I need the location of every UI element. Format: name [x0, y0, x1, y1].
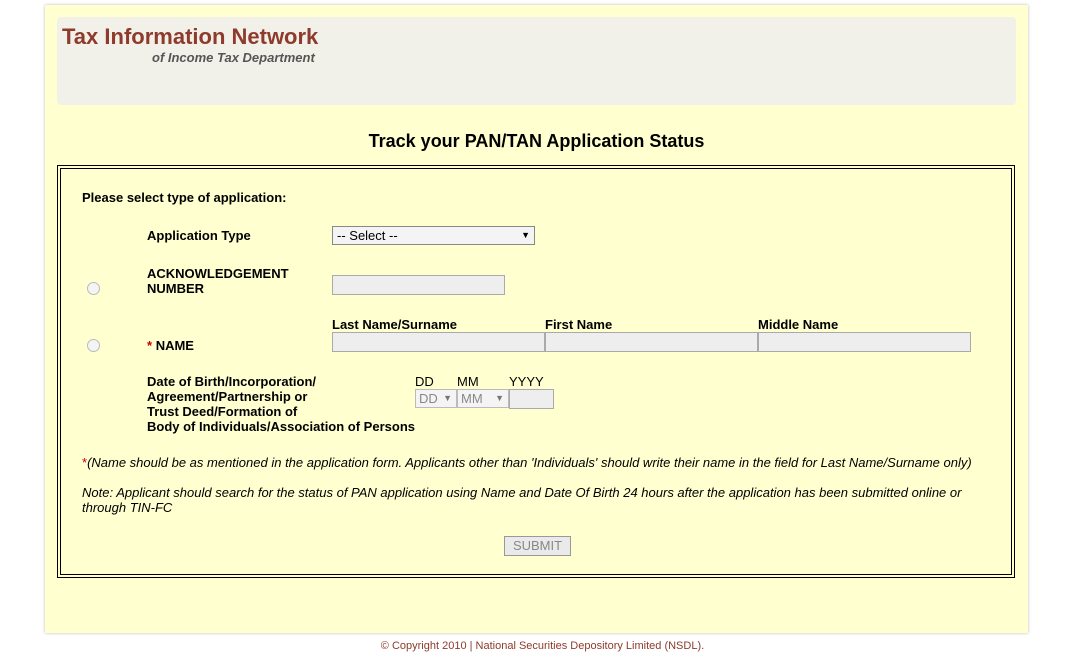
name-radio[interactable] [87, 339, 100, 352]
search-note-line2: through TIN-FC [82, 500, 173, 515]
footer-copyright: © Copyright 2010 | National Securities D… [380, 640, 705, 652]
dob-day-value: DD [419, 391, 438, 406]
dob-label: Date of Birth/Incorporation/ Agreement/P… [147, 374, 415, 434]
dob-label-line: Date of Birth/Incorporation/ [147, 374, 316, 389]
mm-header: MM [457, 374, 479, 389]
name-note-text: (Name should be as mentioned in the appl… [87, 455, 972, 470]
first-name-input[interactable] [545, 332, 758, 352]
dob-month-select[interactable]: MM ▼ [457, 389, 509, 408]
required-marker: * [147, 338, 153, 353]
section-label: Please select type of application: [82, 190, 287, 205]
dob-label-line: Agreement/Partnership or [147, 389, 308, 404]
middle-name-header: Middle Name [758, 317, 839, 332]
last-name-input[interactable] [332, 332, 545, 352]
first-name-header: First Name [545, 317, 613, 332]
application-type-select[interactable]: -- Select -- ▼ [332, 226, 535, 245]
middle-name-input[interactable] [758, 332, 971, 352]
dropdown-arrow-icon: ▼ [521, 230, 530, 240]
dob-label-line: Body of Individuals/Association of Perso… [147, 419, 415, 434]
page-container: Tax Information Network of Income Tax De… [45, 5, 1028, 633]
name-label: * NAME [147, 338, 194, 353]
page-title: Track your PAN/TAN Application Status [368, 131, 705, 151]
ack-number-label: ACKNOWLEDGEMENT NUMBER [147, 266, 289, 296]
dd-header: DD [415, 374, 434, 389]
search-note: Note: Applicant should search for the st… [82, 485, 982, 515]
brand-title: Tax Information Network [62, 24, 319, 49]
ack-number-label-line2: NUMBER [147, 281, 205, 296]
ack-number-input[interactable] [332, 275, 505, 295]
brand-subtitle: of Income Tax Department [152, 50, 315, 65]
ack-number-label-line1: ACKNOWLEDGEMENT [147, 266, 289, 281]
dob-label-line: Trust Deed/Formation of [147, 404, 298, 419]
search-note-line1: Note: Applicant should search for the st… [82, 485, 962, 500]
dob-month-value: MM [461, 391, 483, 406]
dropdown-arrow-icon: ▼ [443, 393, 452, 403]
submit-button[interactable]: SUBMIT [504, 536, 571, 556]
application-type-value: -- Select -- [337, 228, 398, 243]
header-banner: Tax Information Network of Income Tax De… [57, 17, 1016, 105]
name-note: *(Name should be as mentioned in the app… [82, 455, 972, 470]
name-label-text: NAME [155, 338, 194, 353]
yyyy-header: YYYY [509, 374, 544, 389]
dropdown-arrow-icon: ▼ [495, 393, 504, 403]
dob-year-input[interactable] [509, 389, 554, 409]
dob-day-select[interactable]: DD ▼ [415, 389, 457, 408]
application-status-form: Please select type of application: Appli… [57, 165, 1015, 578]
last-name-header: Last Name/Surname [332, 317, 457, 332]
ack-number-radio[interactable] [87, 282, 100, 295]
application-type-label: Application Type [147, 228, 251, 243]
